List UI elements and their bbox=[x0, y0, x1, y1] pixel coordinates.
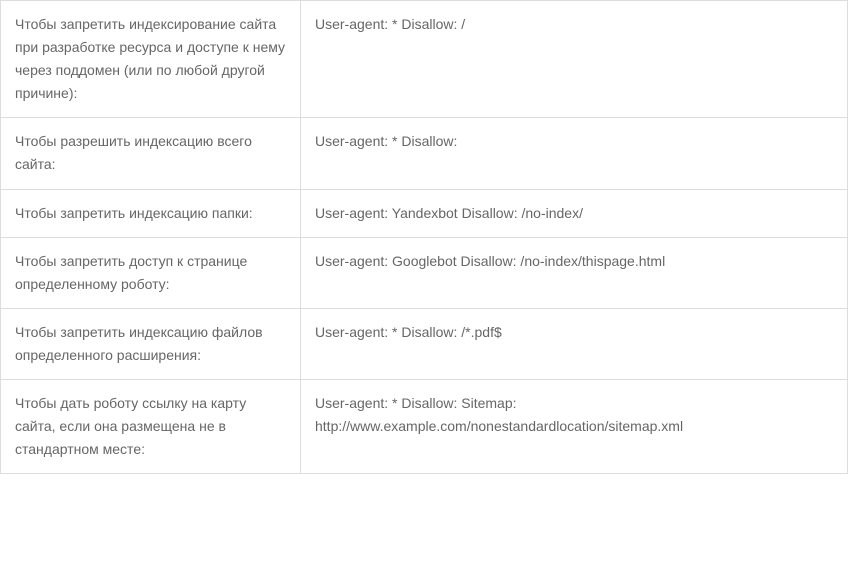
rule-description: Чтобы разрешить индексацию всего сайта: bbox=[1, 118, 301, 189]
table-row: Чтобы дать роботу ссылку на карту сайта,… bbox=[1, 380, 848, 474]
table-row: Чтобы запретить индексирование сайта при… bbox=[1, 1, 848, 118]
rule-code: User-agent: Yandexbot Disallow: /no-inde… bbox=[301, 189, 848, 237]
table-row: Чтобы запретить доступ к странице опреде… bbox=[1, 237, 848, 308]
table-row: Чтобы запретить индексацию папки: User-a… bbox=[1, 189, 848, 237]
rule-description: Чтобы запретить доступ к странице опреде… bbox=[1, 237, 301, 308]
rule-code: User-agent: * Disallow: / bbox=[301, 1, 848, 118]
rule-description: Чтобы запретить индексацию папки: bbox=[1, 189, 301, 237]
rule-code: User-agent: * Disallow: /*.pdf$ bbox=[301, 308, 848, 379]
rule-code: User-agent: * Disallow: Sitemap: http://… bbox=[301, 380, 848, 474]
rule-code: User-agent: * Disallow: bbox=[301, 118, 848, 189]
rule-description: Чтобы запретить индексацию файлов опреде… bbox=[1, 308, 301, 379]
robots-rules-table: Чтобы запретить индексирование сайта при… bbox=[0, 0, 848, 474]
robots-rules-table-wrapper: Чтобы запретить индексирование сайта при… bbox=[0, 0, 848, 474]
table-row: Чтобы запретить индексацию файлов опреде… bbox=[1, 308, 848, 379]
table-row: Чтобы разрешить индексацию всего сайта: … bbox=[1, 118, 848, 189]
rule-description: Чтобы дать роботу ссылку на карту сайта,… bbox=[1, 380, 301, 474]
rule-description: Чтобы запретить индексирование сайта при… bbox=[1, 1, 301, 118]
rule-code: User-agent: Googlebot Disallow: /no-inde… bbox=[301, 237, 848, 308]
